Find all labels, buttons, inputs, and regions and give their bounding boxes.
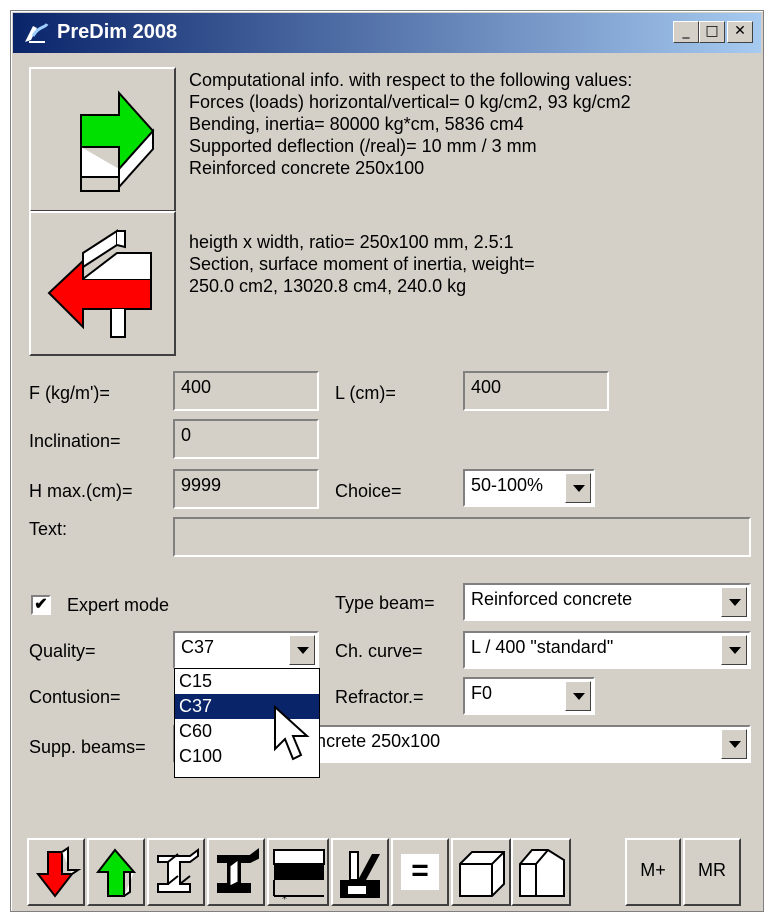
app-logo-icon xyxy=(25,23,49,43)
red-arrow-down-icon xyxy=(35,846,82,898)
info-line: heigth x width, ratio= 250x100 mm, 2.5:1 xyxy=(189,232,514,252)
supp-beams-label: Supp. beams= xyxy=(29,737,146,757)
column-section-icon xyxy=(340,851,380,898)
i-beam-filled-button[interactable] xyxy=(207,838,265,906)
cube-icon xyxy=(459,851,505,897)
hmax-input[interactable]: 9999 xyxy=(173,469,319,509)
column-section-button[interactable] xyxy=(331,838,389,906)
i-beam-outline-icon xyxy=(157,848,199,893)
mplus-label: M+ xyxy=(640,860,666,880)
green-arrow-up-icon xyxy=(95,848,137,897)
expert-mode-checkbox[interactable]: ✔ xyxy=(31,595,51,615)
red-arrow-down-button[interactable] xyxy=(27,838,85,906)
equals-button[interactable]: = xyxy=(391,838,449,906)
chevron-down-icon[interactable] xyxy=(565,473,591,503)
inclination-label: Inclination= xyxy=(29,431,121,451)
slab-section-button[interactable]: * xyxy=(267,838,329,906)
ch-curve-label: Ch. curve= xyxy=(335,641,423,661)
info-line: Section, surface moment of inertia, weig… xyxy=(189,254,535,274)
expert-mode-label: Expert mode xyxy=(67,595,170,615)
minimize-button[interactable]: _ xyxy=(673,21,699,43)
hmax-label: H max.(cm)= xyxy=(29,481,133,501)
ch-curve-value: L / 400 "standard" xyxy=(471,637,614,657)
length-label: L (cm)= xyxy=(335,383,396,403)
info-line: 250.0 cm2, 13020.8 cm4, 240.0 kg xyxy=(189,276,467,296)
title-bar[interactable]: PreDim 2008 _ □ ✕ xyxy=(13,13,761,53)
equals-label: = xyxy=(411,854,429,887)
choice-value: 50-100% xyxy=(471,475,544,495)
mouse-cursor-icon xyxy=(274,705,310,761)
close-button[interactable]: ✕ xyxy=(727,21,753,43)
inclination-input[interactable]: 0 xyxy=(173,419,319,459)
quality-label: Quality= xyxy=(29,641,96,661)
force-label: F (kg/m')= xyxy=(29,383,110,403)
quality-option[interactable]: C15 xyxy=(175,669,319,694)
window-title: PreDim 2008 xyxy=(57,21,178,43)
refractor-value: F0 xyxy=(471,683,493,703)
backward-arrow-button[interactable] xyxy=(29,211,176,356)
info-line: Computational info. with respect to the … xyxy=(189,70,633,90)
text-input[interactable] xyxy=(173,517,751,557)
force-input[interactable]: 400 xyxy=(173,371,319,411)
info-line: Forces (loads) horizontal/vertical= 0 kg… xyxy=(189,92,631,112)
computation-info: Computational info. with respect to the … xyxy=(189,69,632,179)
section-info: heigth x width, ratio= 250x100 mm, 2.5:1… xyxy=(189,231,535,297)
house-profile-button[interactable] xyxy=(511,838,571,906)
slab-section-icon: * xyxy=(273,849,325,902)
quality-select[interactable]: C37 xyxy=(173,631,319,669)
info-line: Supported deflection (/real)= 10 mm / 3 … xyxy=(189,136,537,156)
app-window: PreDim 2008 _ □ ✕ Computational info. wi… xyxy=(10,10,764,912)
maximize-button[interactable]: □ xyxy=(699,21,725,43)
refractor-select[interactable]: F0 xyxy=(463,677,595,715)
chevron-down-icon[interactable] xyxy=(721,635,747,665)
i-beam-filled-icon xyxy=(217,848,259,893)
chevron-down-icon[interactable] xyxy=(289,635,315,665)
refractor-label: Refractor.= xyxy=(335,687,424,707)
quality-value: C37 xyxy=(181,637,215,657)
type-beam-label: Type beam= xyxy=(335,593,435,613)
text-label: Text: xyxy=(29,519,68,539)
length-input[interactable]: 400 xyxy=(463,371,609,411)
info-line: Bending, inertia= 80000 kg*cm, 5836 cm4 xyxy=(189,114,524,134)
contusion-label: Contusion= xyxy=(29,687,121,707)
svg-text:*: * xyxy=(282,894,287,902)
type-beam-select[interactable]: Reinforced concrete xyxy=(463,583,751,621)
ch-curve-select[interactable]: L / 400 "standard" xyxy=(463,631,751,669)
chevron-down-icon[interactable] xyxy=(721,729,747,759)
memory-plus-button[interactable]: M+ xyxy=(625,838,681,906)
choice-label: Choice= xyxy=(335,481,402,501)
choice-select[interactable]: 50-100% xyxy=(463,469,595,507)
chevron-down-icon[interactable] xyxy=(721,587,747,617)
red-arrow-left-icon xyxy=(47,229,152,338)
i-beam-outline-button[interactable] xyxy=(147,838,205,906)
info-line: Reinforced concrete 250x100 xyxy=(189,158,425,178)
green-arrow-up-button[interactable] xyxy=(87,838,145,906)
green-arrow-right-icon xyxy=(80,90,155,192)
mr-label: MR xyxy=(698,860,726,880)
memory-recall-button[interactable]: MR xyxy=(683,838,741,906)
house-profile-icon xyxy=(519,849,565,897)
forward-arrow-button[interactable] xyxy=(29,67,176,212)
type-beam-value: Reinforced concrete xyxy=(471,589,633,609)
chevron-down-icon[interactable] xyxy=(565,681,591,711)
box-outline-button[interactable] xyxy=(451,838,511,906)
